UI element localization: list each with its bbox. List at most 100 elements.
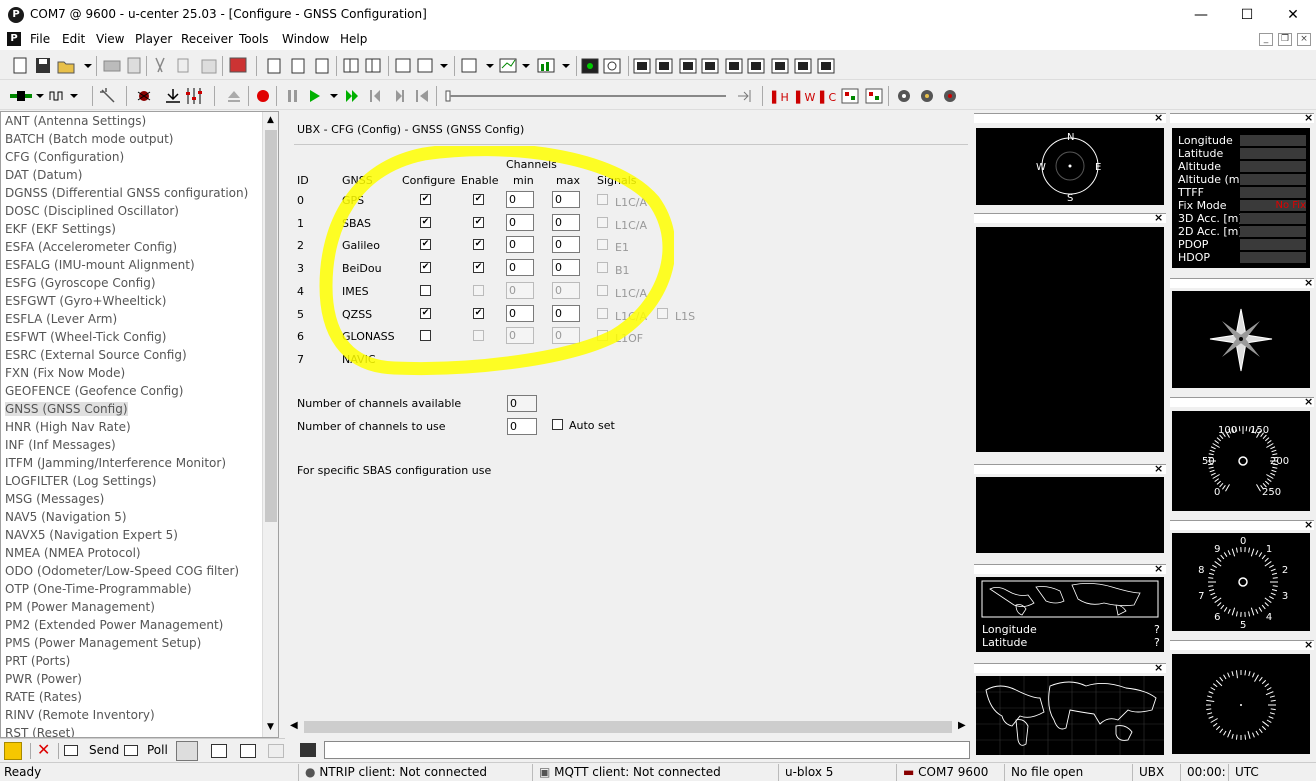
- status-ntrip[interactable]: ● NTRIP client: Not connected: [298, 764, 528, 781]
- tree-item[interactable]: ANT (Antenna Settings): [5, 114, 146, 128]
- compass-view-header[interactable]: [974, 113, 1166, 123]
- world-map-header[interactable]: [974, 663, 1166, 673]
- command-icon[interactable]: [300, 743, 316, 757]
- tree-item[interactable]: NAV5 (Navigation 5): [5, 510, 127, 524]
- scroll-down-icon[interactable]: ▼: [267, 722, 274, 732]
- load-icon[interactable]: [211, 744, 227, 758]
- tree-item[interactable]: ODO (Odometer/Low-Speed COG filter): [5, 564, 239, 578]
- menu-player[interactable]: Player: [135, 32, 172, 46]
- tree-item[interactable]: PM2 (Extended Power Management): [5, 618, 223, 632]
- auto-poll-icon[interactable]: [176, 741, 198, 761]
- tree-item[interactable]: HNR (High Nav Rate): [5, 420, 131, 434]
- tree-item[interactable]: ESFLA (Lever Arm): [5, 312, 117, 326]
- mdi-minimize-icon[interactable]: _: [1259, 33, 1273, 46]
- send-button[interactable]: Send: [64, 743, 119, 758]
- blank-close-icon[interactable]: ×: [1154, 462, 1163, 475]
- tree-item[interactable]: BATCH (Batch mode output): [5, 132, 173, 146]
- tree-item[interactable]: GNSS (GNSS Config): [5, 402, 128, 416]
- deviation-view-header[interactable]: [974, 213, 1166, 223]
- clear-icon[interactable]: ✕: [37, 740, 50, 759]
- hscroll-thumb[interactable]: [304, 721, 952, 733]
- mdi-close-icon[interactable]: ×: [1297, 33, 1311, 46]
- scroll-right-icon[interactable]: ▶: [958, 720, 966, 731]
- tree-item[interactable]: NAVX5 (Navigation Expert 5): [5, 528, 178, 542]
- tree-item[interactable]: PM (Power Management): [5, 600, 155, 614]
- speedo-close-icon[interactable]: ×: [1304, 395, 1313, 408]
- world-map-close-icon[interactable]: ×: [1154, 661, 1163, 674]
- tree-item[interactable]: PRT (Ports): [5, 654, 70, 668]
- toolbar-player-icons[interactable]: ▌H ▌W ▌C: [0, 82, 970, 110]
- toolbar-main-icons[interactable]: [0, 52, 850, 80]
- tree-item[interactable]: GEOFENCE (Geofence Config): [5, 384, 183, 398]
- info-close-icon[interactable]: ×: [1304, 111, 1313, 124]
- dial-tick: [1258, 728, 1263, 734]
- tree-item[interactable]: PWR (Power): [5, 672, 82, 686]
- tree-item[interactable]: MSG (Messages): [5, 492, 104, 506]
- tree-item[interactable]: ESFWT (Wheel-Tick Config): [5, 330, 166, 344]
- tree-item[interactable]: ESFG (Gyroscope Config): [5, 276, 156, 290]
- message-tree[interactable]: ANT (Antenna Settings) BATCH (Batch mode …: [0, 111, 279, 738]
- tree-item[interactable]: DGNSS (Differential GNSS configuration): [5, 186, 248, 200]
- maximize-icon[interactable]: ☐: [1224, 0, 1270, 30]
- speedo-header[interactable]: [1170, 397, 1314, 407]
- tree-item[interactable]: RATE (Rates): [5, 690, 82, 704]
- tree-item[interactable]: OTP (One-Time-Programmable): [5, 582, 192, 596]
- compass-rose-header[interactable]: [1170, 278, 1314, 288]
- tree-item[interactable]: DOSC (Disciplined Oscillator): [5, 204, 179, 218]
- command-input[interactable]: [324, 741, 970, 759]
- sky-view: N E S W: [976, 128, 1164, 205]
- tree-item[interactable]: LOGFILTER (Log Settings): [5, 474, 156, 488]
- satellite-level-close-icon[interactable]: ×: [1304, 638, 1313, 651]
- mdi-restore-icon[interactable]: ❐: [1278, 33, 1292, 46]
- info-view-header[interactable]: [1170, 113, 1314, 123]
- speedo-150: 150: [1250, 425, 1269, 436]
- deviation-close-icon[interactable]: ×: [1154, 211, 1163, 224]
- auto-set-checkbox[interactable]: [552, 419, 563, 430]
- save-icon[interactable]: [240, 744, 256, 758]
- close-icon[interactable]: ✕: [1270, 0, 1316, 30]
- blank-view-header[interactable]: [974, 464, 1166, 474]
- channels-to-use-field[interactable]: 0: [507, 418, 537, 435]
- tree-item[interactable]: ESRC (External Source Config): [5, 348, 187, 362]
- config-hscrollbar[interactable]: ◀ ▶: [288, 718, 970, 736]
- clock-header[interactable]: [1170, 520, 1314, 530]
- tree-item[interactable]: FXN (Fix Now Mode): [5, 366, 125, 380]
- tree-item[interactable]: CFG (Configuration): [5, 150, 124, 164]
- tree-item[interactable]: ITFM (Jamming/Interference Monitor): [5, 456, 226, 470]
- menu-window[interactable]: Window: [282, 32, 329, 46]
- menu-help[interactable]: Help: [340, 32, 367, 46]
- tree-scroll-thumb[interactable]: [265, 130, 277, 522]
- poll-button[interactable]: Poll: [124, 743, 168, 758]
- satellite-level-header[interactable]: [1170, 640, 1314, 650]
- map-small-close-icon[interactable]: ×: [1154, 562, 1163, 575]
- menu-view[interactable]: View: [96, 32, 124, 46]
- tree-item[interactable]: NMEA (NMEA Protocol): [5, 546, 141, 560]
- dial-tick: [1235, 547, 1238, 553]
- menu-file[interactable]: File: [30, 32, 50, 46]
- tree-item[interactable]: RINV (Remote Inventory): [5, 708, 155, 722]
- scroll-left-icon[interactable]: ◀: [290, 720, 298, 731]
- lock-icon[interactable]: [4, 742, 22, 760]
- tree-item[interactable]: PMS (Power Management Setup): [5, 636, 201, 650]
- menu-tools[interactable]: Tools: [239, 32, 269, 46]
- tree-item[interactable]: ESFA (Accelerometer Config): [5, 240, 177, 254]
- status-mqtt[interactable]: ▣ MQTT client: Not connected: [532, 764, 776, 781]
- menu-receiver[interactable]: Receiver: [181, 32, 233, 46]
- tree-item[interactable]: ESFALG (IMU-mount Alignment): [5, 258, 195, 272]
- tree-item[interactable]: DAT (Datum): [5, 168, 82, 182]
- compass-rose-close-icon[interactable]: ×: [1304, 276, 1313, 289]
- menu-edit[interactable]: Edit: [62, 32, 85, 46]
- tree-scrollbar[interactable]: ▲ ▼: [262, 112, 278, 737]
- tree-item[interactable]: ESFGWT (Gyro+Wheeltick): [5, 294, 166, 308]
- minimize-icon[interactable]: —: [1178, 0, 1224, 30]
- tree-item[interactable]: INF (Inf Messages): [5, 438, 116, 452]
- clock-close-icon[interactable]: ×: [1304, 518, 1313, 531]
- map-small-header[interactable]: [974, 564, 1166, 574]
- status-port[interactable]: ▬ COM7 9600: [896, 764, 1002, 781]
- svg-text:▌C: ▌C: [819, 90, 836, 104]
- tree-item[interactable]: RST (Reset): [5, 726, 75, 737]
- scroll-up-icon[interactable]: ▲: [267, 115, 274, 125]
- tree-item[interactable]: EKF (EKF Settings): [5, 222, 116, 236]
- reset-icon[interactable]: [268, 744, 284, 758]
- compass-close-icon[interactable]: ×: [1154, 111, 1163, 124]
